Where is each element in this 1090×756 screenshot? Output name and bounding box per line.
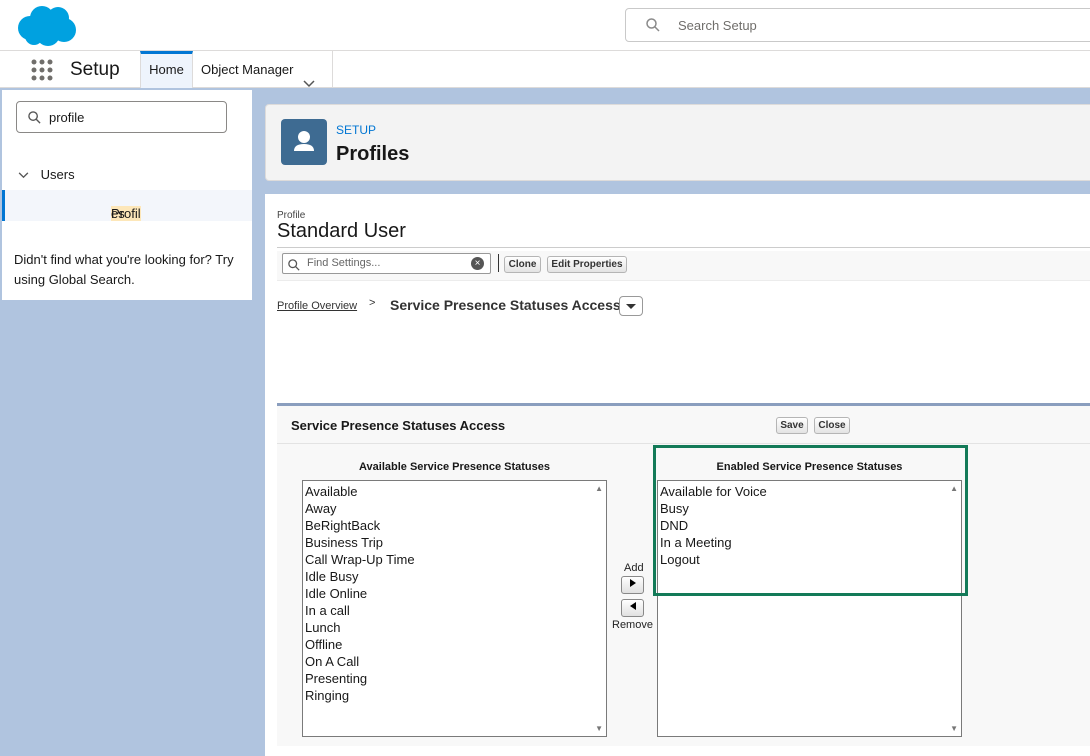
list-option[interactable]: Call Wrap-Up Time [305, 551, 606, 568]
list-option[interactable]: Away [305, 500, 606, 517]
list-option[interactable]: In a call [305, 602, 606, 619]
list-option[interactable]: Idle Busy [305, 568, 606, 585]
annotation-highlight-box [653, 445, 968, 596]
list-option[interactable]: Business Trip [305, 534, 606, 551]
find-settings-placeholder: Find Settings... [307, 257, 381, 269]
context-nav-bar: Setup Home Object Manager [0, 51, 1090, 88]
search-icon [646, 18, 660, 37]
caret-down-icon [626, 304, 636, 309]
app-name: Setup [70, 59, 120, 80]
user-profile-icon [281, 119, 327, 165]
setup-tree-panel: profile Users Profil es Didn't find what … [2, 90, 252, 300]
tab-object-manager[interactable]: Object Manager [193, 51, 333, 88]
tab-object-manager-label: Object Manager [201, 62, 294, 77]
quick-find-input[interactable]: profile [16, 101, 227, 133]
scroll-down-icon[interactable]: ▼ [595, 724, 603, 733]
list-option[interactable]: Available [305, 483, 606, 500]
quick-find-value: profile [49, 110, 85, 125]
global-search-input[interactable]: Search Setup [625, 8, 1090, 42]
arrow-right-icon [629, 579, 636, 587]
list-option[interactable]: BeRightBack [305, 517, 606, 534]
breadcrumb-separator: > [369, 297, 376, 309]
chevron-down-icon[interactable] [303, 65, 315, 102]
tree-item-profiles[interactable]: Profil es [2, 190, 252, 221]
toolbar-separator [498, 254, 499, 272]
remove-button[interactable] [621, 599, 644, 617]
edit-properties-button[interactable]: Edit Properties [547, 256, 627, 273]
save-button[interactable]: Save [776, 417, 808, 434]
available-list: Available Away BeRightBack Business Trip Cal… [303, 481, 606, 704]
search-icon [288, 258, 300, 276]
salesforce-logo[interactable] [16, 4, 78, 48]
tree-node-users[interactable]: Users [18, 167, 75, 182]
page-eyebrow: SETUP [336, 123, 377, 137]
search-icon [28, 111, 41, 129]
clone-button[interactable]: Clone [504, 256, 541, 273]
list-option[interactable]: On A Call [305, 653, 606, 670]
global-header: Search Setup [0, 0, 1090, 51]
app-launcher-icon[interactable] [31, 59, 53, 81]
tab-home[interactable]: Home [140, 51, 193, 88]
section-title: Service Presence Statuses Access [291, 418, 506, 433]
profile-name: Standard User [277, 220, 406, 242]
section-header: Service Presence Statuses Access Save Cl… [277, 406, 1090, 444]
label-rest: es [111, 206, 125, 221]
divider [277, 247, 1090, 248]
chevron-down-icon[interactable] [18, 167, 29, 182]
close-button[interactable]: Close [814, 417, 850, 434]
find-settings-input[interactable]: Find Settings... × [282, 253, 491, 274]
scroll-up-icon[interactable]: ▲ [595, 484, 603, 493]
available-heading: Available Service Presence Statuses [359, 461, 550, 473]
add-button[interactable] [621, 576, 644, 594]
list-option[interactable]: Ringing [305, 687, 606, 704]
not-found-text: Didn't find what you're looking for? Try… [14, 252, 234, 287]
available-statuses-listbox[interactable]: Available Away BeRightBack Business Trip Cal… [302, 480, 607, 737]
add-label: Add [624, 562, 644, 574]
tree-node-users-label: Users [40, 167, 75, 182]
list-option[interactable]: Lunch [305, 619, 606, 636]
breadcrumb-current: Service Presence Statuses Access [390, 297, 621, 313]
list-option[interactable]: Presenting [305, 670, 606, 687]
search-placeholder: Search Setup [678, 18, 757, 33]
scroll-down-icon[interactable]: ▼ [950, 724, 958, 733]
list-option[interactable]: Offline [305, 636, 606, 653]
clear-icon[interactable]: × [471, 257, 484, 270]
page-header: SETUP Profiles [265, 104, 1090, 181]
breadcrumb-dropdown[interactable] [619, 296, 643, 316]
breadcrumb-profile-overview[interactable]: Profile Overview [277, 300, 357, 312]
arrow-left-icon [629, 602, 636, 610]
list-option[interactable]: Idle Online [305, 585, 606, 602]
page-title: Profiles [336, 143, 410, 165]
remove-label: Remove [612, 619, 653, 631]
profile-toolbar: Find Settings... × Clone Edit Properties [277, 251, 1090, 281]
